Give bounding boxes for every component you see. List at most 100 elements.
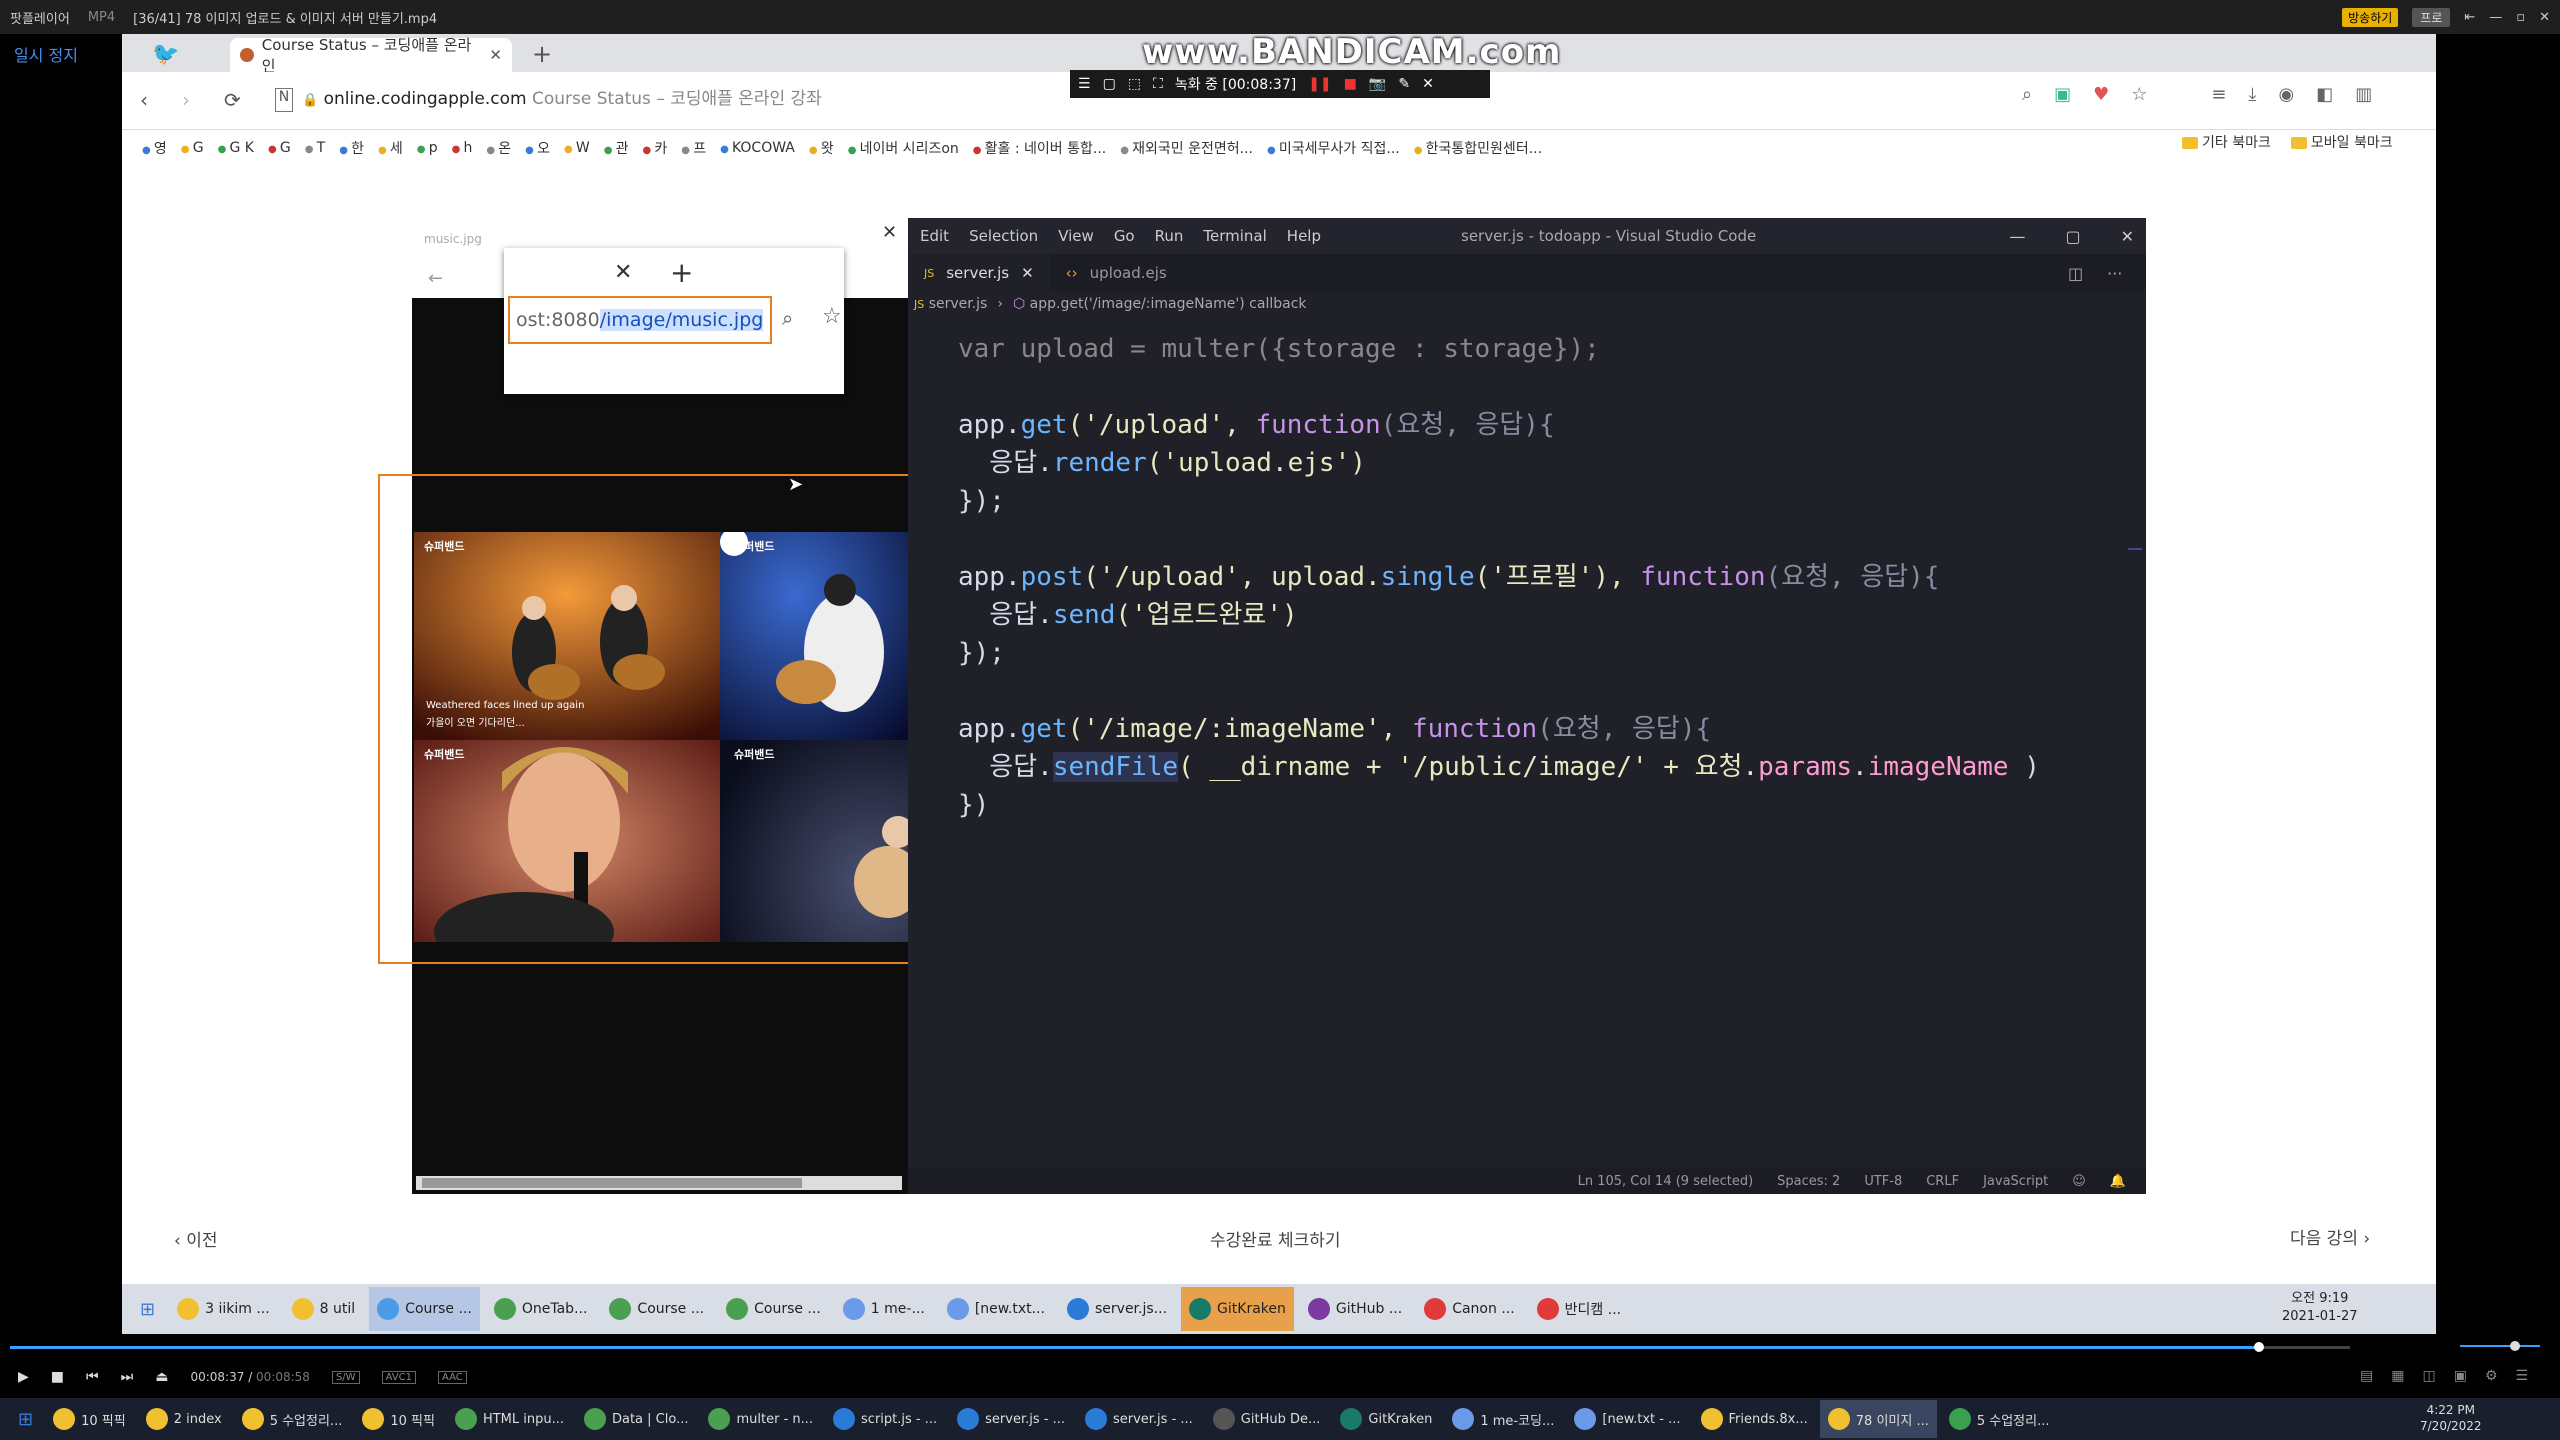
back-icon[interactable]: ‹ [140, 88, 148, 112]
previous-icon[interactable]: ⏮ [86, 1369, 99, 1385]
taskbar-item[interactable]: HTML inpu... [447, 1400, 572, 1438]
taskbar-item[interactable]: server.js - ... [949, 1400, 1073, 1438]
forward-icon[interactable]: › [182, 88, 190, 112]
windows-start-icon[interactable]: ⊞ [132, 1287, 163, 1331]
bookmark-item[interactable]: ● G [268, 140, 291, 156]
status-language[interactable]: JavaScript [1983, 1174, 2048, 1189]
pause-record-icon[interactable]: ❚❚ [1308, 76, 1331, 92]
sidebar-icon[interactable]: ◧ [2316, 84, 2333, 105]
taskbar-item[interactable]: 10 픽픽 [354, 1400, 443, 1438]
tab-upload-ejs[interactable]: ‹› upload.ejs [1050, 254, 1183, 292]
seek-knob[interactable] [2253, 1342, 2264, 1352]
mini-back-icon[interactable]: ← [428, 268, 443, 289]
mark-complete-button[interactable]: 수강완료 체크하기 [1210, 1226, 1341, 1251]
feedback-icon[interactable]: ☺ [2072, 1174, 2086, 1189]
reading-list-icon[interactable]: ≡ [2211, 84, 2226, 105]
prev-lecture-link[interactable]: ‹ 이전 [174, 1226, 217, 1251]
pocket-icon[interactable]: ♥ [2093, 84, 2109, 105]
seek-bar[interactable] [0, 1340, 2560, 1356]
taskbar-item[interactable]: 반디캠 ... [1529, 1287, 1629, 1331]
code-editor[interactable]: var upload = multer({storage : storage})… [958, 310, 2138, 900]
naver-icon[interactable]: N [274, 88, 294, 112]
bookmark-item[interactable]: ● 관 [604, 138, 629, 158]
twitter-icon[interactable]: 🐦 [152, 42, 184, 67]
taskbar-item[interactable]: 2 index [138, 1400, 230, 1438]
taskbar-item[interactable]: script.js - ... [825, 1400, 945, 1438]
play-icon[interactable]: ▶ [18, 1369, 29, 1385]
tab-close-icon[interactable]: ✕ [1021, 264, 1034, 282]
bookmark-item[interactable]: ● T [305, 140, 325, 156]
mini-close-icon[interactable]: ✕ [882, 222, 897, 243]
zoom-icon[interactable]: ⌕ [2022, 84, 2032, 105]
bookmark-item[interactable]: ● 네이버 시리즈on [848, 138, 959, 158]
taskbar-item[interactable]: 8 util [284, 1287, 364, 1331]
screenshot-icon[interactable]: ◉ [2278, 84, 2294, 105]
subtitle-icon[interactable]: ▤ [2360, 1368, 2373, 1384]
taskbar-item[interactable]: [new.txt... [939, 1287, 1053, 1331]
bookmark-item[interactable]: ● G K [218, 140, 254, 156]
extension-icon[interactable]: ▣ [2054, 84, 2071, 105]
taskbar-item[interactable]: GitHub De... [1205, 1400, 1329, 1438]
url-bar[interactable]: 🔒 online.codingapple.com Course Status –… [302, 84, 822, 109]
reload-icon[interactable]: ⟳ [224, 88, 241, 112]
taskbar-item[interactable]: Canon ... [1416, 1287, 1522, 1331]
bandicam-close-icon[interactable]: ✕ [1422, 76, 1434, 92]
playlist-icon[interactable]: ☰ [2516, 1368, 2529, 1384]
new-tab-button[interactable]: + [532, 40, 552, 68]
mini-tab-title[interactable]: music.jpg [424, 232, 482, 246]
pen-icon[interactable]: ✎ [1398, 76, 1410, 92]
3d-icon[interactable]: ▦ [2391, 1368, 2404, 1384]
taskbar-item[interactable]: 5 수업정리... [234, 1400, 351, 1438]
camera-icon[interactable]: 📷 [1369, 76, 1386, 92]
status-encoding[interactable]: UTF-8 [1864, 1174, 1902, 1189]
bookmark-item[interactable]: ● h [452, 140, 473, 156]
popup-close-icon[interactable]: ✕ [614, 260, 632, 285]
bookmark-item[interactable]: ● 왓 [809, 138, 834, 158]
pin-icon[interactable]: ⇤ [2464, 10, 2475, 25]
download-icon[interactable]: ⤓ [2248, 84, 2256, 105]
bookmark-item[interactable]: ● 한 [339, 138, 364, 158]
bookmark-item[interactable]: ● p [417, 140, 438, 156]
next-icon[interactable]: ⏭ [121, 1369, 134, 1385]
bandicam-window-icon[interactable]: ▢ [1103, 76, 1116, 92]
taskbar-item[interactable]: Data | Clo... [576, 1400, 697, 1438]
bookmark-item[interactable]: ● 한국통합민원센터... [1414, 138, 1542, 158]
bookmark-item[interactable]: ● G [181, 140, 204, 156]
bookmark-star-icon[interactable]: ☆ [2131, 84, 2147, 105]
taskbar-item[interactable]: 1 me-코딩... [1444, 1400, 1562, 1438]
volume-slider[interactable] [2460, 1340, 2540, 1352]
mini-zoom-icon[interactable]: ⌕ [782, 306, 793, 330]
taskbar-item[interactable]: OneTab... [486, 1287, 596, 1331]
bookmark-item[interactable]: ● W [564, 140, 590, 156]
menu-go[interactable]: Go [1114, 227, 1135, 245]
player-menu-button[interactable]: 팟플레이어 [10, 8, 70, 27]
panel-icon[interactable]: ▥ [2355, 84, 2372, 105]
vr-icon[interactable]: ◫ [2422, 1368, 2435, 1384]
menu-view[interactable]: View [1058, 227, 1094, 245]
bookmark-item[interactable]: ● 온 [486, 138, 511, 158]
menu-terminal[interactable]: Terminal [1203, 227, 1266, 245]
taskbar-item[interactable]: 3 iikim ... [169, 1287, 278, 1331]
bookmark-item[interactable]: ● 미국세무사가 직접... [1267, 138, 1400, 158]
bookmark-item[interactable]: ● 오 [525, 138, 550, 158]
tab-close-icon[interactable]: ✕ [489, 46, 502, 64]
pro-badge[interactable]: 프로 [2412, 7, 2451, 27]
menu-run[interactable]: Run [1155, 227, 1184, 245]
taskbar-item[interactable]: multer - n... [700, 1400, 821, 1438]
mobile-bookmarks-folder[interactable]: 모바일 북마크 [2290, 132, 2393, 152]
settings-icon[interactable]: ⚙ [2485, 1368, 2498, 1384]
taskbar-item[interactable]: 78 이미지 ... [1819, 1400, 1937, 1438]
popup-add-icon[interactable]: + [670, 256, 693, 289]
eject-icon[interactable]: ⏏ [155, 1369, 168, 1385]
status-indent[interactable]: Spaces: 2 [1777, 1174, 1840, 1189]
volume-knob[interactable] [2510, 1341, 2520, 1351]
taskbar-item[interactable]: Friends.8x... [1693, 1400, 1816, 1438]
taskbar-item[interactable]: Course ... [369, 1287, 480, 1331]
status-eol[interactable]: CRLF [1926, 1174, 1959, 1189]
scrollbar-thumb[interactable] [422, 1178, 802, 1188]
bookmark-item[interactable]: ● 재외국민 운전면허... [1120, 138, 1253, 158]
bandicam-menu-icon[interactable]: ☰ [1078, 76, 1091, 92]
bookmark-item[interactable]: ● 활홀 : 네이버 통합... [973, 138, 1106, 158]
bookmark-item[interactable]: ● 카 [643, 138, 668, 158]
taskbar-item[interactable]: 1 me-... [835, 1287, 933, 1331]
